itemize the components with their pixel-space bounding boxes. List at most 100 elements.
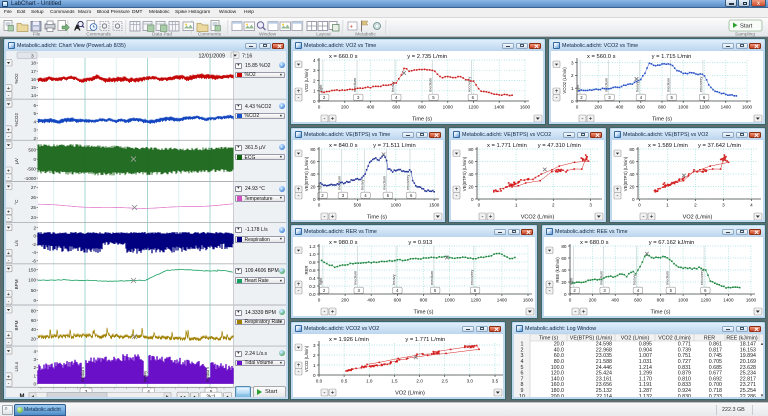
svg-text:medium: medium [382, 175, 387, 190]
svg-text:0.4: 0.4 [309, 276, 316, 281]
svg-text:0: 0 [571, 99, 574, 104]
svg-text:-: - [298, 96, 300, 102]
svg-text:1.2: 1.2 [309, 244, 316, 249]
svg-text:+: + [7, 169, 10, 175]
svg-text:x = 1.771 L/min: x = 1.771 L/min [487, 143, 527, 149]
svg-text:-: - [617, 194, 619, 200]
svg-text:+: + [350, 25, 354, 31]
svg-text:600: 600 [392, 105, 400, 110]
svg-text:-: - [8, 299, 10, 305]
svg-text:-1000: -1000 [24, 176, 36, 181]
svg-text:+: + [7, 374, 10, 380]
svg-text:-: - [8, 340, 10, 346]
svg-text:200.0: 200.0 [551, 394, 564, 397]
svg-text:1600: 1600 [520, 105, 531, 110]
svg-text:-: - [574, 309, 576, 316]
svg-text:1200: 1200 [471, 298, 482, 303]
svg-text:400: 400 [367, 298, 375, 303]
svg-text:+: + [589, 116, 593, 123]
svg-text:Start: Start [740, 24, 753, 30]
svg-text:1: 1 [313, 89, 316, 94]
svg-text:1200: 1200 [701, 298, 712, 303]
svg-text:25: 25 [31, 205, 37, 210]
svg-text:40: 40 [31, 327, 37, 332]
svg-text:22.114: 22.114 [596, 394, 612, 397]
svg-text:BPM: BPM [14, 320, 19, 330]
svg-text:Time (s): Time (s) [367, 215, 387, 221]
svg-text:heavy: heavy [143, 370, 148, 382]
svg-text:+: + [331, 116, 335, 123]
svg-text:16: 16 [31, 77, 37, 82]
svg-text:1: 1 [571, 86, 574, 91]
svg-text:1600: 1600 [523, 298, 534, 303]
svg-text:0.8: 0.8 [309, 260, 316, 265]
svg-text:18: 18 [31, 61, 37, 66]
svg-text:2: 2 [552, 203, 555, 208]
svg-text:3: 3 [33, 357, 36, 362]
svg-text:0: 0 [33, 298, 36, 303]
svg-text:+: + [582, 309, 586, 316]
svg-text:6: 6 [33, 103, 36, 108]
svg-text:40: 40 [468, 172, 474, 177]
svg-text:-: - [323, 309, 325, 316]
svg-text:RER: RER [704, 335, 715, 341]
svg-text:80: 80 [629, 147, 635, 152]
svg-text:1000: 1000 [444, 298, 455, 303]
svg-text:50: 50 [31, 288, 37, 293]
svg-text:heavy: heavy [391, 274, 396, 285]
svg-text:-: - [481, 214, 483, 221]
svg-text:800: 800 [418, 105, 426, 110]
svg-text:2: 2 [571, 73, 574, 78]
svg-text:-: - [549, 289, 551, 295]
svg-text:0: 0 [569, 298, 572, 303]
svg-text:-: - [8, 257, 10, 263]
svg-text:0: 0 [632, 197, 635, 202]
svg-text:17: 17 [31, 69, 37, 74]
svg-text:0.5: 0.5 [341, 379, 348, 384]
svg-text:medium: medium [427, 77, 432, 92]
svg-text:%O2: %O2 [14, 73, 19, 84]
svg-text:L/s.s: L/s.s [14, 361, 19, 371]
svg-text:-4: -4 [32, 250, 37, 255]
svg-text:BPM: BPM [14, 279, 19, 289]
svg-text:1: 1 [33, 373, 36, 378]
svg-text:20: 20 [561, 280, 567, 285]
svg-text:40: 40 [561, 268, 567, 273]
svg-text:-: - [323, 116, 325, 123]
svg-text:+: + [7, 210, 10, 216]
svg-text:y = 0.913: y = 0.913 [408, 240, 432, 246]
svg-text:27: 27 [31, 185, 37, 190]
svg-text:µV: µV [14, 157, 19, 164]
svg-text:3: 3 [31, 54, 34, 60]
svg-text:1400: 1400 [497, 298, 508, 303]
svg-text:-: - [642, 214, 644, 221]
svg-text:y = 47.310 L/min: y = 47.310 L/min [538, 143, 581, 149]
svg-text:x = 840.0 s: x = 840.0 s [329, 143, 358, 149]
svg-text:20: 20 [468, 184, 474, 189]
svg-text:0: 0 [638, 203, 641, 208]
svg-text:4: 4 [33, 349, 36, 354]
svg-text:0: 0 [313, 373, 316, 378]
svg-text:150: 150 [28, 267, 36, 272]
svg-text:60: 60 [629, 159, 635, 164]
svg-text:10: 10 [519, 394, 525, 397]
svg-text:1400: 1400 [494, 105, 505, 110]
svg-text:3: 3 [571, 60, 574, 65]
svg-text:VE(BTPS) (L/min): VE(BTPS) (L/min) [462, 156, 467, 191]
svg-text:x = 1.926 L/min: x = 1.926 L/min [329, 337, 369, 343]
svg-text:°C: °C [14, 199, 19, 205]
svg-text:1000: 1000 [391, 203, 402, 208]
svg-text:2.0: 2.0 [416, 379, 423, 384]
svg-text:+: + [331, 309, 335, 316]
svg-text:500: 500 [354, 203, 362, 208]
svg-text:60: 60 [468, 159, 474, 164]
svg-text:x = 560.0 s: x = 560.0 s [587, 54, 616, 60]
svg-text:800: 800 [657, 298, 665, 303]
svg-text:-: - [581, 116, 583, 123]
svg-text:-: - [8, 216, 10, 222]
svg-text:1000: 1000 [678, 105, 689, 110]
svg-text:▼: ▼ [760, 393, 763, 397]
svg-text:0.733: 0.733 [709, 394, 722, 397]
svg-text:+: + [7, 86, 10, 92]
svg-text:1.5: 1.5 [391, 379, 398, 384]
